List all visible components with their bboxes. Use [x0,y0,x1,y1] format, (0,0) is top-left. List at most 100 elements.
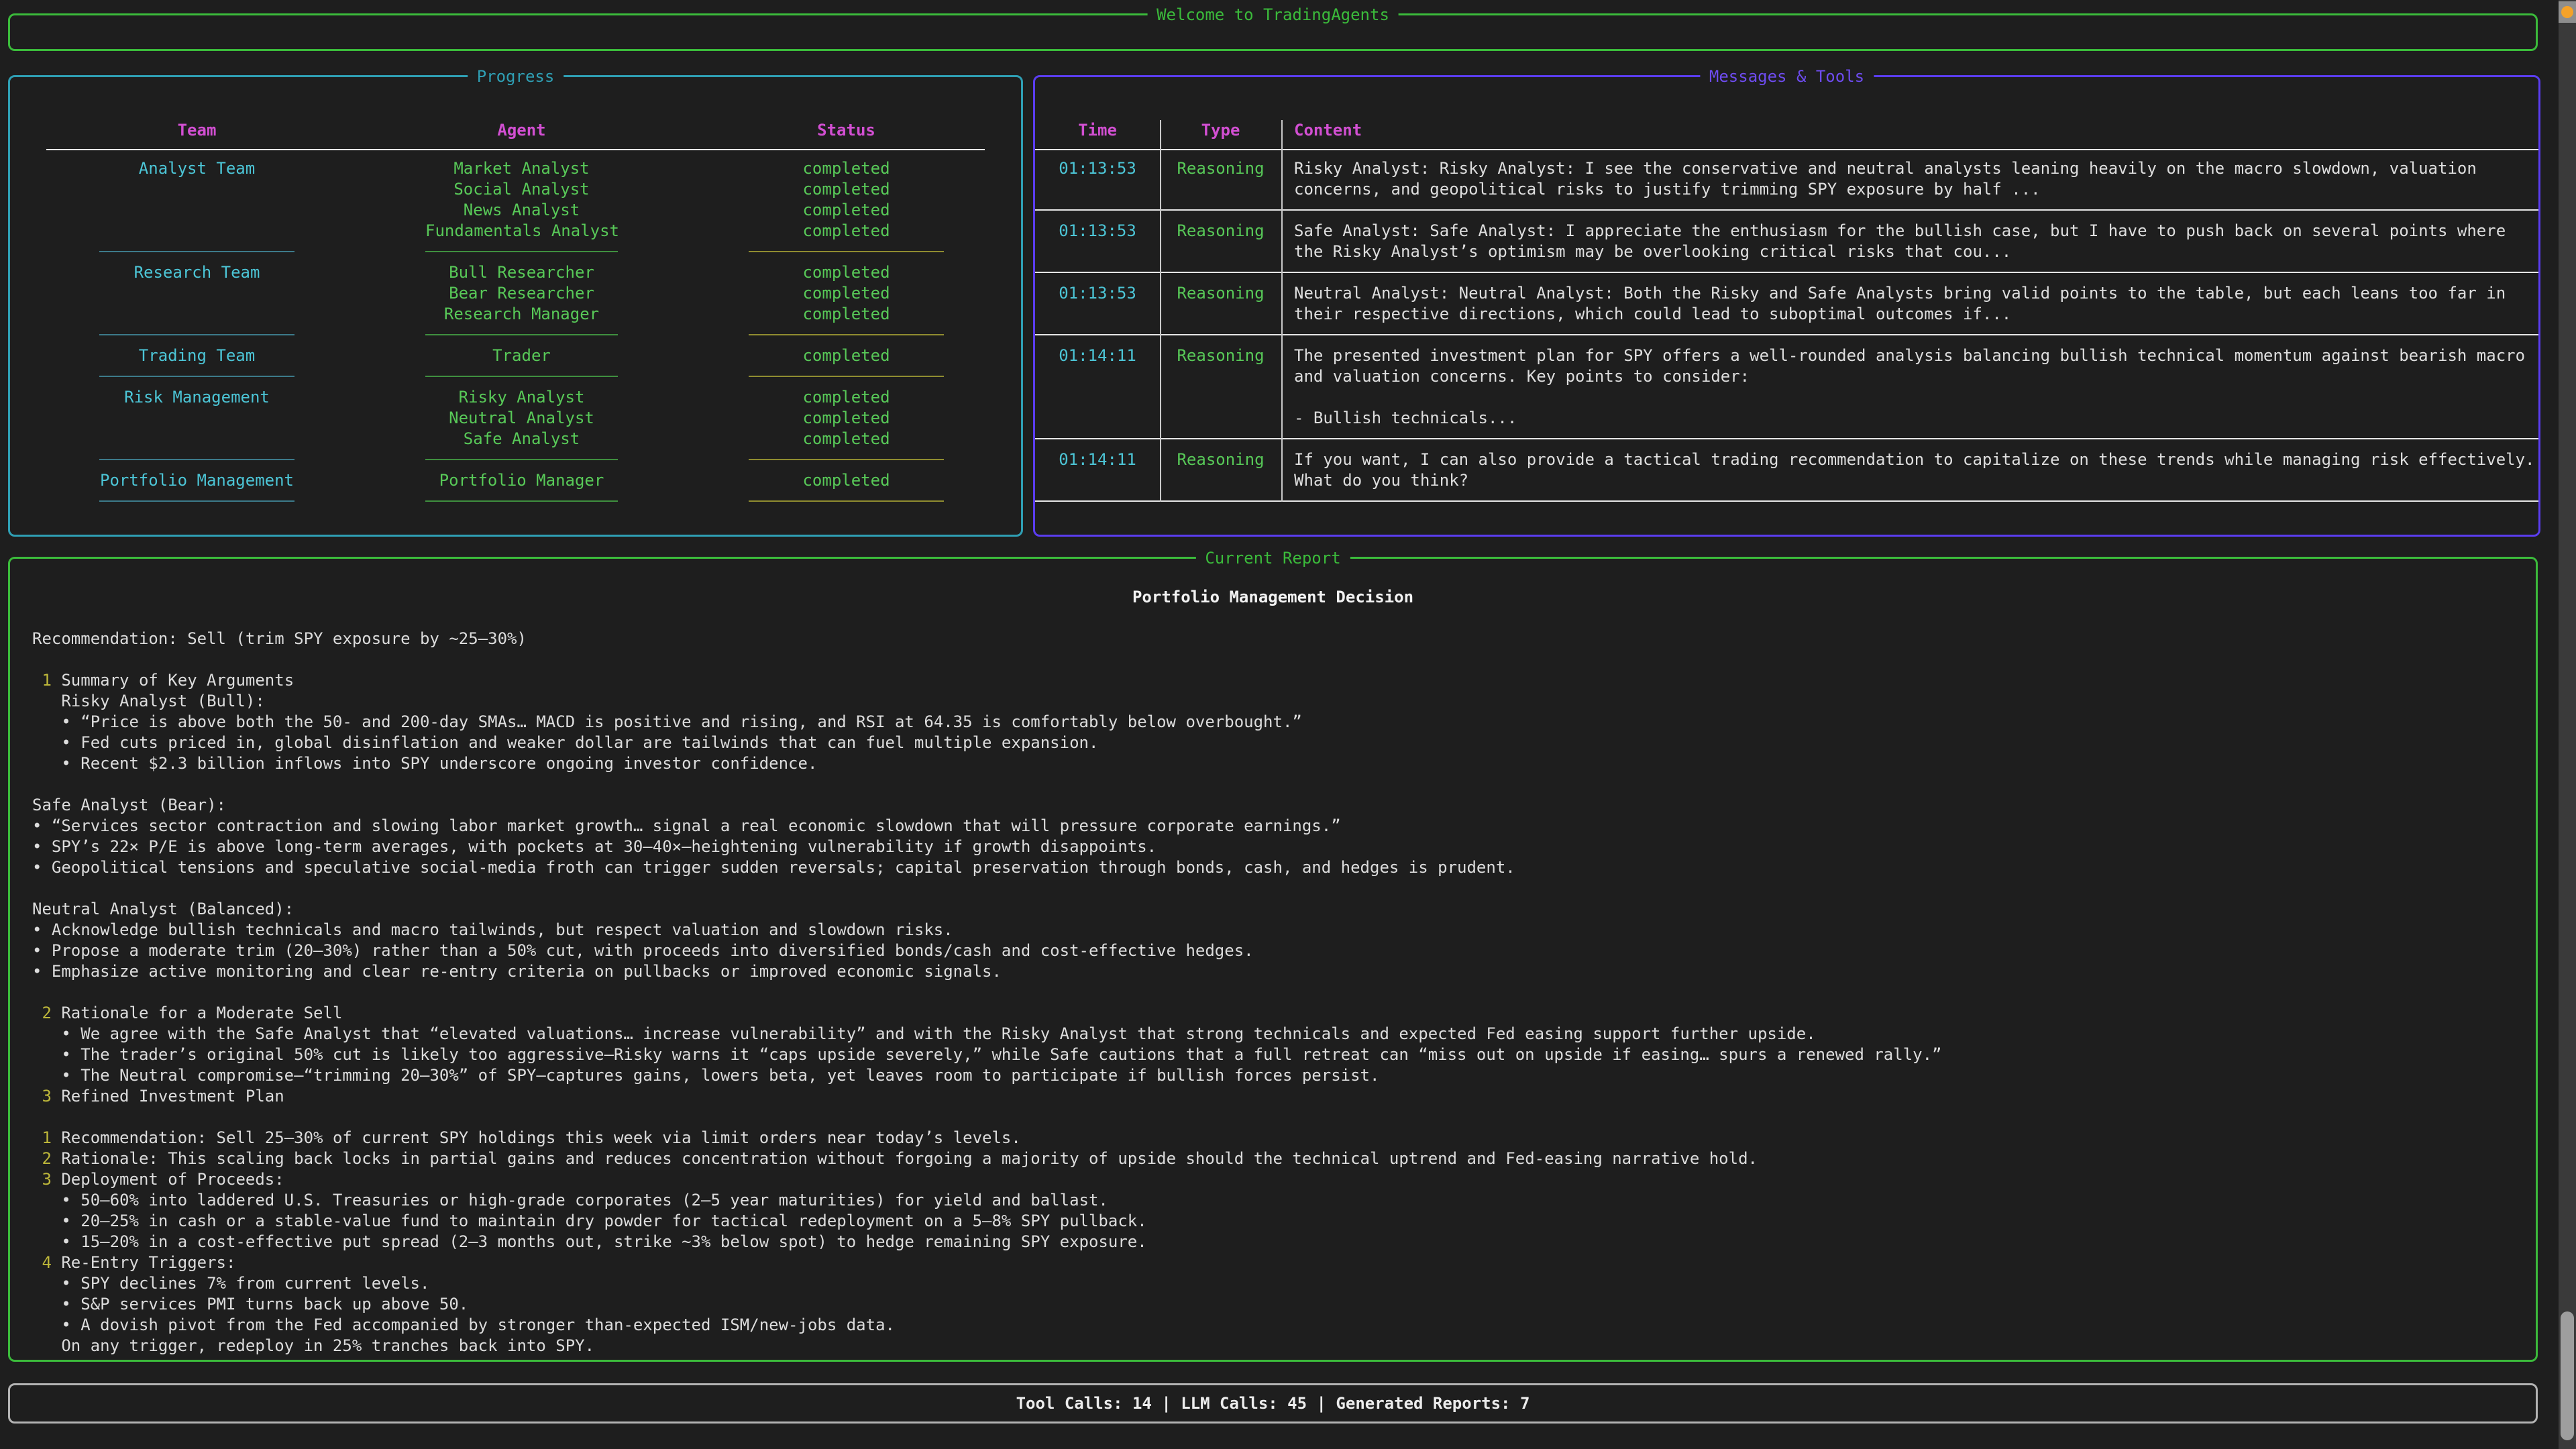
message-time: 01:13:53 [1035,221,1160,241]
messages-panel-title: Messages & Tools [1700,66,1874,87]
agent-cell: News Analyst [425,200,618,221]
status-cell: completed [749,262,944,283]
report-line: • “Price is above both the 50- and 200-d… [32,712,2536,733]
report-text: Refined Investment Plan [61,1087,284,1106]
column-header-time: Time [1035,120,1160,141]
report-line: • “Services sector contraction and slowi… [32,816,2536,837]
message-type: Reasoning [1160,283,1281,304]
message-row: 01:13:53ReasoningSafe Analyst: Safe Anal… [1035,221,2538,262]
report-text: Summary of Key Arguments [61,671,294,690]
report-line: Recommendation: Sell (trim SPY exposure … [32,629,2536,649]
agent-cell: Neutral Analyst [425,408,618,429]
status-column-separator [749,500,944,502]
agent-cell: Trader [425,345,618,366]
column-header-agent: Agent [425,120,618,141]
report-line: On any trigger, redeploy in 25% tranches… [32,1336,2536,1356]
column-divider-time-type [1160,120,1161,502]
message-row-separator [1035,438,2538,439]
report-line: • 15–20% in a cost-effective put spread … [32,1232,2536,1252]
team-column-separator [99,459,294,460]
progress-section-separator [10,449,1021,470]
report-text: • Recent $2.3 billion inflows into SPY u… [32,754,817,773]
status-cell: completed [749,158,944,179]
report-line: • Emphasize active monitoring and clear … [32,961,2536,982]
report-text: • 50–60% into laddered U.S. Treasuries o… [32,1191,1108,1210]
report-line [32,878,2536,899]
report-line: • Geopolitical tensions and speculative … [32,857,2536,878]
report-line: Risky Analyst (Bull): [32,691,2536,712]
report-line: • The Neutral compromise—“trimming 20–30… [32,1065,2536,1086]
progress-team-section: Risk ManagementRisky AnalystcompletedNeu… [10,387,1021,470]
progress-row: News Analyst completed [10,200,1021,221]
column-header-content: Content [1281,120,2538,141]
status-cell: completed [749,387,944,408]
report-text: • The trader’s original 50% cut is likel… [32,1045,1942,1064]
team-cell: Analyst Team [99,158,294,179]
message-time: 01:13:53 [1035,158,1160,179]
status-cell: completed [749,429,944,449]
progress-team-section: Portfolio ManagementPortfolio Managercom… [10,470,1021,512]
status-cell: completed [749,179,944,200]
report-text: Rationale for a Moderate Sell [61,1004,342,1022]
progress-panel-title: Progress [468,66,564,87]
messages-header-row: Time Type Content [1035,120,2538,141]
agent-cell: Social Analyst [425,179,618,200]
agent-cell: Portfolio Manager [425,470,618,491]
message-row-separator [1035,272,2538,273]
status-column-separator [749,376,944,377]
report-line: 3 Deployment of Proceeds: [32,1169,2536,1190]
agent-column-separator [425,500,618,502]
status-cell: completed [749,200,944,221]
agent-cell: Market Analyst [425,158,618,179]
report-line: • Acknowledge bullish technicals and mac… [32,920,2536,941]
report-text: • Fed cuts priced in, global disinflatio… [32,733,1098,752]
list-number: 2 [32,1004,61,1022]
report-line: • Recent $2.3 billion inflows into SPY u… [32,753,2536,774]
report-line: • SPY declines 7% from current levels. [32,1273,2536,1294]
status-cell: completed [749,470,944,491]
stats-text: Tool Calls: 14 | LLM Calls: 45 | Generat… [10,1385,2536,1421]
scrollbar-track[interactable] [2559,0,2576,1449]
report-text: • 15–20% in a cost-effective put spread … [32,1232,1147,1251]
progress-row: Safe Analystcompleted [10,429,1021,449]
status-cell: completed [749,221,944,241]
message-type: Reasoning [1160,221,1281,241]
agent-cell: Risky Analyst [425,387,618,408]
message-row-separator [1035,209,2538,211]
team-cell [99,283,294,304]
report-line: 1 Summary of Key Arguments [32,670,2536,691]
team-cell: Research Team [99,262,294,283]
report-text: Risky Analyst (Bull): [32,692,265,710]
orange-dot-icon [2561,6,2573,18]
agent-column-separator [425,376,618,377]
progress-header-separator [46,149,985,150]
report-panel-title: Current Report [1195,548,1350,569]
progress-row: Fundamentals Analystcompleted [10,221,1021,241]
message-content: Neutral Analyst: Neutral Analyst: Both t… [1281,283,2538,325]
report-line: • We agree with the Safe Analyst that “e… [32,1024,2536,1044]
messages-header-separator [1035,149,2538,150]
report-line: 3 Refined Investment Plan [32,1086,2536,1107]
progress-row: Neutral Analystcompleted [10,408,1021,429]
progress-header-row: Team Agent Status [10,120,1021,141]
team-cell: Trading Team [99,345,294,366]
progress-team-section: Trading TeamTradercompleted [10,345,1021,387]
welcome-title: Welcome to TradingAgents [1147,5,1399,25]
stats-bar: Tool Calls: 14 | LLM Calls: 45 | Generat… [8,1383,2538,1424]
message-row-separator [1035,500,2538,502]
current-report-panel: Current Report Portfolio Management Deci… [8,557,2538,1362]
report-line: • Propose a moderate trim (20–30%) rathe… [32,941,2536,961]
report-line: 1 Recommendation: Sell 25–30% of current… [32,1128,2536,1148]
report-line: • S&P services PMI turns back up above 5… [32,1294,2536,1315]
team-cell: Risk Management [99,387,294,408]
agent-column-separator [425,251,618,252]
column-header-status: Status [749,120,944,141]
list-number: 4 [32,1253,61,1272]
scrollbar-thumb[interactable] [2561,1311,2574,1440]
team-column-separator [99,376,294,377]
report-line [32,1107,2536,1128]
welcome-banner: Welcome to TradingAgents [8,13,2538,51]
messages-tools-panel: Messages & Tools Time Type Content 01:13… [1033,75,2540,537]
message-time: 01:14:11 [1035,449,1160,470]
message-row-separator [1035,334,2538,335]
